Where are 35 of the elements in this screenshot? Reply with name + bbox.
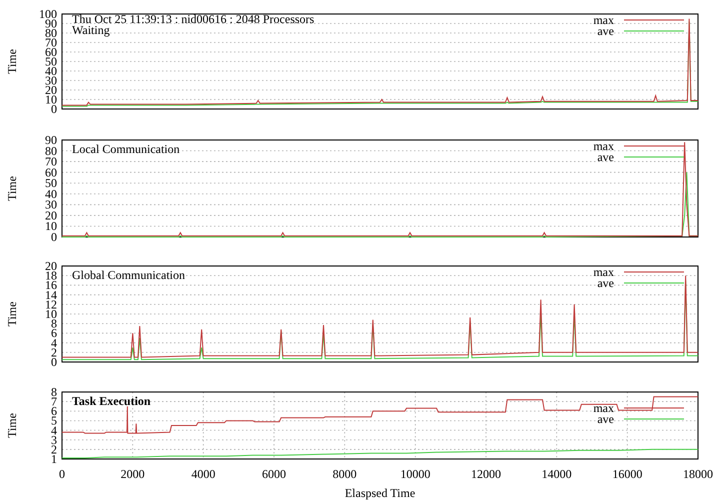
chart-title: Task Execution bbox=[72, 394, 151, 408]
axis-tick-label: 8000 bbox=[332, 467, 357, 481]
axis-tick-label: 1 bbox=[51, 452, 57, 466]
chart-title: Waiting bbox=[72, 23, 110, 37]
legend-label: ave bbox=[597, 150, 614, 164]
axis-tick-label: 10 bbox=[45, 307, 57, 321]
axis-tick-label: 14000 bbox=[542, 467, 572, 481]
axis-title: Time bbox=[5, 49, 19, 74]
legend-label: max bbox=[593, 139, 614, 153]
legend-label: max bbox=[593, 401, 614, 415]
axis-tick-label: 4000 bbox=[191, 467, 216, 481]
plot-header: Thu Oct 25 11:39:13 : nid00616 : 2048 Processors bbox=[72, 12, 314, 26]
chart-title: Global Communication bbox=[72, 268, 185, 282]
legend-label: ave bbox=[597, 276, 614, 290]
axis-tick-label: 18000 bbox=[683, 467, 713, 481]
legend-label: ave bbox=[597, 412, 614, 426]
axis-tick-label: 2000 bbox=[120, 467, 145, 481]
axis-tick-label: 16000 bbox=[612, 467, 642, 481]
axis-title: Elaspsed Time bbox=[344, 486, 416, 500]
axis-title: Time bbox=[5, 302, 19, 326]
axis-title: Time bbox=[5, 413, 19, 438]
axis-tick-label: 60 bbox=[45, 45, 57, 59]
axis-tick-label: 20 bbox=[45, 259, 57, 273]
axis-tick-label: 0 bbox=[59, 467, 65, 481]
legend-label: ave bbox=[597, 24, 614, 38]
axis-title: Time bbox=[5, 176, 19, 201]
legend-label: max bbox=[593, 13, 614, 27]
axis-tick-label: 8 bbox=[51, 385, 57, 399]
axis-tick-label: 10000 bbox=[400, 467, 430, 481]
chart-title: Local Communication bbox=[72, 142, 180, 156]
legend-label: max bbox=[593, 265, 614, 279]
axis-tick-label: 30 bbox=[45, 74, 57, 88]
axis-tick-label: 12000 bbox=[471, 467, 501, 481]
axis-tick-label: 6000 bbox=[262, 467, 286, 481]
axis-tick-label: 0 bbox=[51, 355, 57, 369]
